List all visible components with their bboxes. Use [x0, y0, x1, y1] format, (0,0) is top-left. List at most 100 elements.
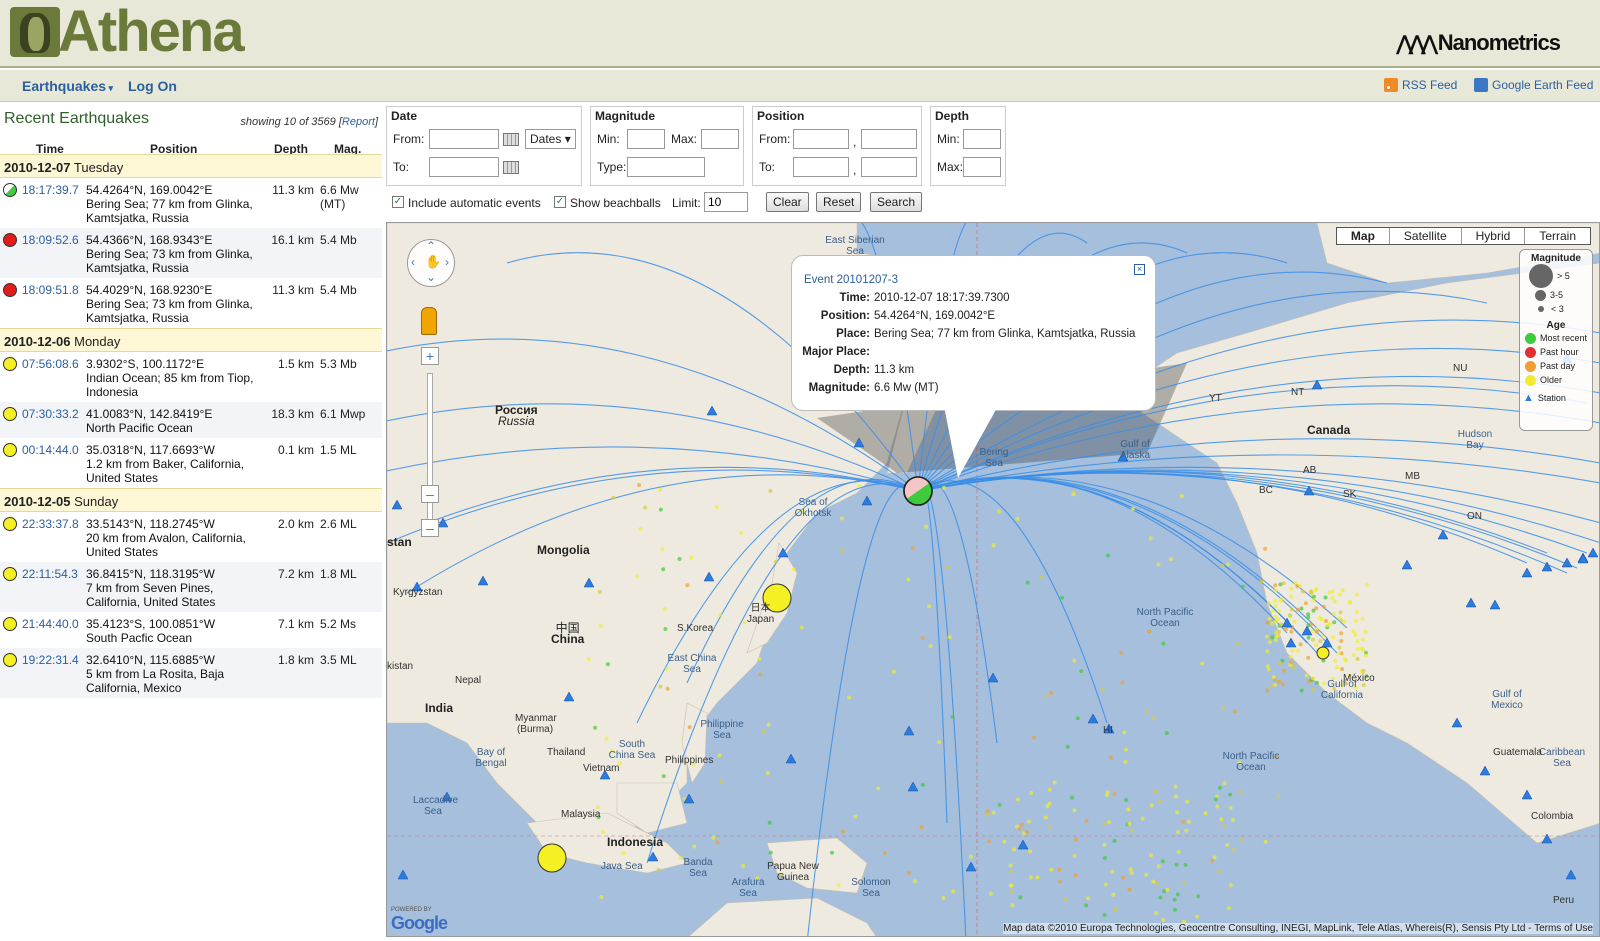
calendar-icon[interactable] [503, 161, 519, 174]
event-marker-california[interactable] [1316, 646, 1330, 660]
depth-max-input[interactable] [963, 157, 1001, 177]
table-row[interactable]: 07:30:33.2 41.0083°N, 142.8419°E North Pac… [0, 402, 382, 438]
clear-button[interactable]: Clear [766, 192, 809, 212]
event-dot [1276, 608, 1281, 613]
event-dot [836, 883, 841, 888]
zoom-out-button[interactable]: – [421, 519, 439, 537]
pan-right-icon[interactable]: › [445, 255, 449, 269]
pan-down-icon[interactable]: ⌄ [426, 270, 436, 284]
table-row[interactable]: 22:11:54.3 36.8415°N, 118.3195°W 7 km from… [0, 562, 382, 612]
event-marker-indonesia[interactable] [537, 843, 567, 873]
tab-hybrid[interactable]: Hybrid [1460, 228, 1525, 244]
pos-from-lon-input[interactable] [861, 129, 917, 149]
label-kyrgyzstan: Kyrgyzstan [393, 587, 443, 598]
event-dot [1232, 709, 1237, 714]
google-logo[interactable]: POWERED BY Google [391, 907, 448, 934]
table-row[interactable]: 22:33:37.8 33.5143°N, 118.2745°W 20 km fro… [0, 512, 382, 562]
table-row[interactable]: 19:22:31.4 32.6410°N, 115.6885°W 5 km from… [0, 648, 382, 698]
pan-up-icon[interactable]: ⌃ [426, 239, 436, 253]
mag-min-input[interactable] [627, 129, 665, 149]
event-dot [1238, 790, 1243, 795]
event-dot [1084, 818, 1089, 823]
table-row[interactable]: 18:09:51.8 54.4029°N, 168.9230°E Bering Se… [0, 278, 382, 328]
table-row[interactable]: 21:44:40.0 35.4123°S, 100.0851°W South Pac… [0, 612, 382, 648]
zoom-in-button[interactable]: + [421, 347, 439, 365]
event-position: 32.6410°N, 115.6885°W 5 km from La Rosita… [86, 653, 225, 695]
mag-type-input[interactable] [627, 157, 705, 177]
table-row[interactable]: 07:56:08.6 3.9302°S, 100.1172°E Indian Oce… [0, 352, 382, 402]
event-magnitude: 6.6 Mw (MT) [320, 183, 359, 211]
label-vietnam: Vietnam [583, 763, 620, 774]
event-time-link[interactable]: 19:22:31.4 [22, 653, 79, 667]
event-position: 54.4366°N, 168.9343°E Bering Sea; 73 km f… [86, 233, 253, 275]
search-button[interactable]: Search [870, 192, 923, 212]
label-banda-sea: Banda Sea [683, 857, 713, 879]
pan-control[interactable]: ⌃ ‹ › ⌄ ✋ [407, 239, 455, 287]
table-row[interactable]: 00:14:44.0 35.0318°N, 117.6693°W 1.2 km fr… [0, 438, 382, 488]
label-canada: Canada [1307, 423, 1351, 437]
table-row[interactable]: 18:09:52.6 54.4366°N, 168.9343°E Bering Se… [0, 228, 382, 278]
pos-from-lat-input[interactable] [793, 129, 849, 149]
zoom-slider-handle[interactable]: – [421, 485, 439, 503]
date-from-input[interactable] [429, 129, 499, 149]
event-time-link[interactable]: 07:56:08.6 [22, 357, 79, 371]
event-time-link[interactable]: 21:44:40.0 [22, 617, 79, 631]
athena-logo[interactable]: Athena [10, 3, 245, 61]
mag-max-input[interactable] [701, 129, 739, 149]
event-dot [1348, 600, 1352, 605]
event-dot [1324, 619, 1328, 623]
event-dot [846, 695, 851, 700]
tab-satellite[interactable]: Satellite [1388, 228, 1461, 244]
tab-map[interactable]: Map [1336, 228, 1389, 244]
label-gulf-of-mexico: Gulf of Mexico [1491, 689, 1523, 711]
event-time-link[interactable]: 18:09:52.6 [22, 233, 79, 247]
tab-terrain[interactable]: Terrain [1524, 228, 1590, 244]
label-stan: stan [387, 535, 412, 549]
event-time-link[interactable]: 00:14:44.0 [22, 443, 79, 457]
rss-feed-link[interactable]: RSS Feed [1384, 78, 1457, 92]
date-to-input[interactable] [429, 157, 499, 177]
date-mode-select[interactable]: Dates ▾ [525, 129, 576, 149]
event-id-link[interactable]: 20101207-3 [837, 274, 898, 286]
event-dot [1274, 630, 1279, 635]
event-time-link[interactable]: 22:11:54.3 [22, 567, 78, 581]
pos-to-lon-input[interactable] [861, 157, 917, 177]
event-magnitude: 3.5 ML [320, 653, 357, 667]
pos-to-lat-input[interactable] [793, 157, 849, 177]
event-dot [991, 810, 996, 815]
event-time-link[interactable]: 18:09:51.8 [22, 283, 79, 297]
event-dot [1235, 642, 1240, 647]
app-header: Athena ⋀⋀⋀ Nanometrics [0, 0, 1600, 68]
panel-title: Recent Earthquakes [4, 110, 149, 127]
map-view[interactable]: Россия Russia Canada 中国 China Mongolia Ind… [386, 222, 1600, 937]
depth-min-input[interactable] [963, 129, 1001, 149]
station-icon: ▲ [1523, 392, 1534, 404]
event-dot [1300, 589, 1305, 594]
google-earth-feed-link[interactable]: Google Earth Feed [1474, 78, 1593, 92]
log-on-link[interactable]: Log On [128, 78, 177, 94]
event-time-link[interactable]: 22:33:37.8 [22, 517, 79, 531]
show-beachballs-checkbox[interactable]: ✓ [554, 196, 566, 208]
calendar-icon[interactable] [503, 133, 519, 146]
limit-input[interactable] [704, 192, 748, 212]
report-link[interactable]: Report [342, 116, 375, 128]
include-automatic-checkbox[interactable]: ✓ [392, 196, 404, 208]
reset-button[interactable]: Reset [816, 192, 862, 212]
event-dot [598, 623, 603, 628]
close-icon[interactable]: × [1134, 264, 1145, 275]
hand-icon: ✋ [425, 254, 442, 269]
table-row[interactable]: 18:17:39.7 54.4264°N, 169.0042°E Bering Se… [0, 178, 382, 228]
nanometrics-logo[interactable]: ⋀⋀⋀ Nanometrics [1397, 30, 1562, 56]
event-dot [1298, 642, 1303, 647]
event-time-link[interactable]: 07:30:33.2 [22, 407, 79, 421]
street-view-pegman-icon[interactable] [421, 307, 437, 335]
event-dot [1289, 607, 1294, 612]
label-thailand: Thailand [547, 747, 586, 758]
event-time-link[interactable]: 18:17:39.7 [22, 183, 79, 197]
event-dot [1018, 895, 1023, 900]
event-dot [985, 812, 990, 817]
event-dot [1263, 546, 1268, 551]
pan-left-icon[interactable]: ‹ [411, 255, 415, 269]
event-dot [1009, 890, 1014, 895]
earthquakes-menu[interactable]: Earthquakes ▾ [22, 78, 113, 94]
